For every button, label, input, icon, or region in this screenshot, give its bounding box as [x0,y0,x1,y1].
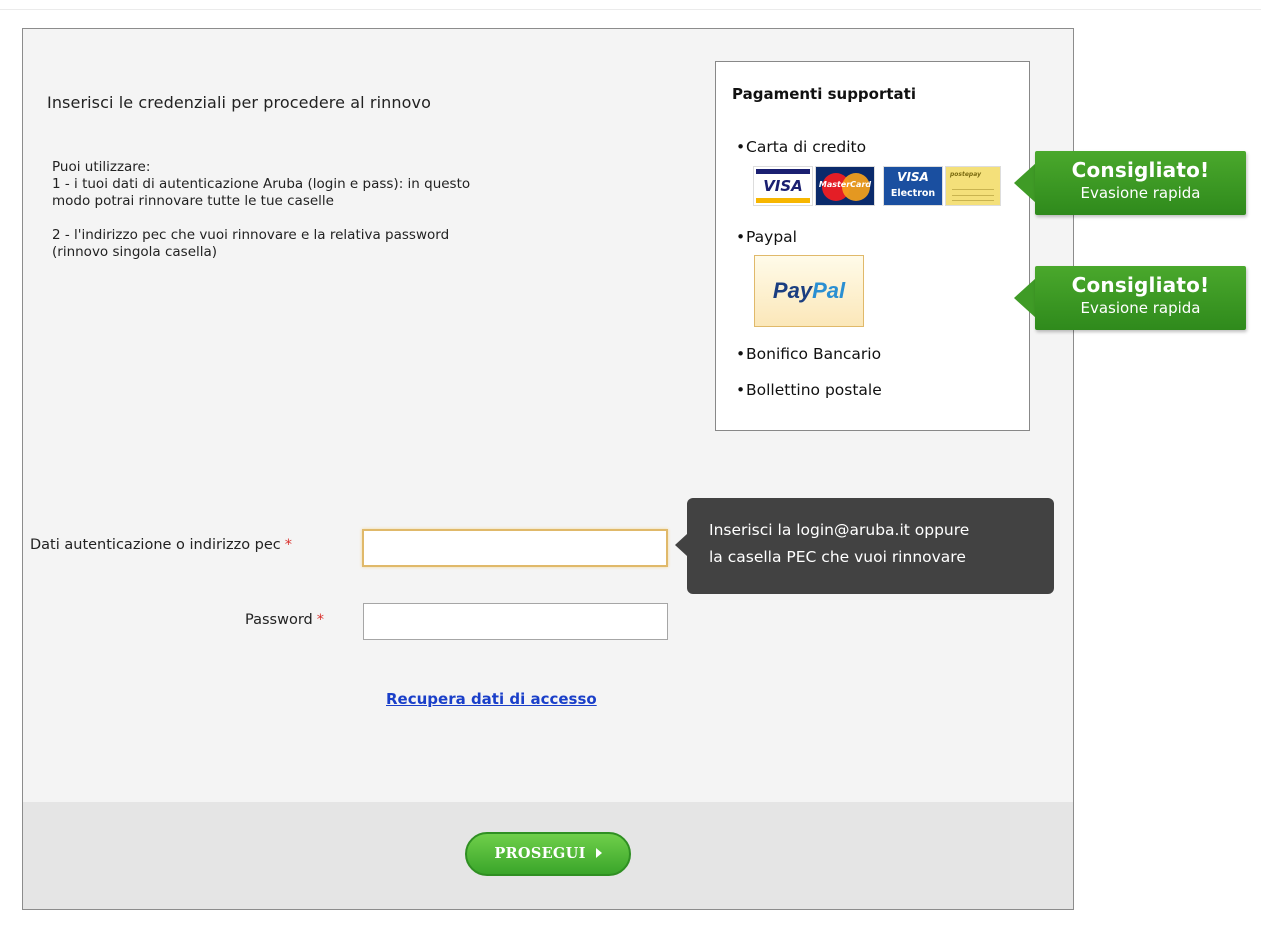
renewal-panel: Inserisci le credenziali per procedere a… [22,28,1074,910]
payment-item-credit-card: •Carta di credito [736,138,867,156]
mastercard-logo: MasterCard [815,166,875,206]
page-heading: Inserisci le credenziali per procedere a… [47,93,431,112]
payments-title: Pagamenti supportati [732,85,916,103]
login-input[interactable] [362,529,668,567]
postepay-logo: postepay [945,166,1001,206]
continue-button-label: PROSEGUI [494,845,586,862]
paypal-logo: PayPal [754,255,864,327]
badge-title: Consigliato! [1071,158,1210,182]
intro-line: (rinnovo singola casella) [52,244,218,260]
intro-line: Puoi utilizzare: [52,159,151,175]
badge-subtitle: Evasione rapida [1080,184,1201,202]
continue-button[interactable]: PROSEGUI [465,832,631,876]
intro-line: 1 - i tuoi dati di autenticazione Aruba … [52,176,471,192]
intro-line: modo potrai rinnovare tutte le tue casel… [52,193,334,209]
badge-subtitle: Evasione rapida [1080,299,1201,317]
password-input[interactable] [363,603,668,640]
login-help-tooltip: Inserisci la login@aruba.it oppure la ca… [675,498,1054,594]
arrow-right-icon [595,848,602,858]
visa-logo: VISA [753,166,813,206]
recommended-badge-card: Consigliato! Evasione rapida [1014,151,1246,215]
login-label: Dati autenticazione o indirizzo pec * [30,537,293,553]
payment-item-paypal: •Paypal [736,228,797,246]
badge-title: Consigliato! [1071,273,1210,297]
payment-item-bank-transfer: •Bonifico Bancario [736,345,882,363]
required-mark: * [316,612,324,628]
intro-line: 2 - l'indirizzo pec che vuoi rinnovare e… [52,227,450,243]
recommended-badge-paypal: Consigliato! Evasione rapida [1014,266,1246,330]
visa-electron-logo: VISA Electron [883,166,943,206]
payment-item-postal-slip: •Bollettino postale [736,381,882,399]
top-divider [0,9,1261,10]
tooltip-line: la casella PEC che vuoi rinnovare [709,548,966,566]
intro-text: Puoi utilizzare: 1 - i tuoi dati di aute… [52,159,692,261]
tooltip-line: Inserisci la login@aruba.it oppure [709,521,970,539]
recover-credentials-link[interactable]: Recupera dati di accesso [386,690,597,708]
supported-payments-box: Pagamenti supportati •Carta di credito V… [715,61,1030,431]
password-label: Password * [245,612,324,628]
required-mark: * [284,537,293,553]
